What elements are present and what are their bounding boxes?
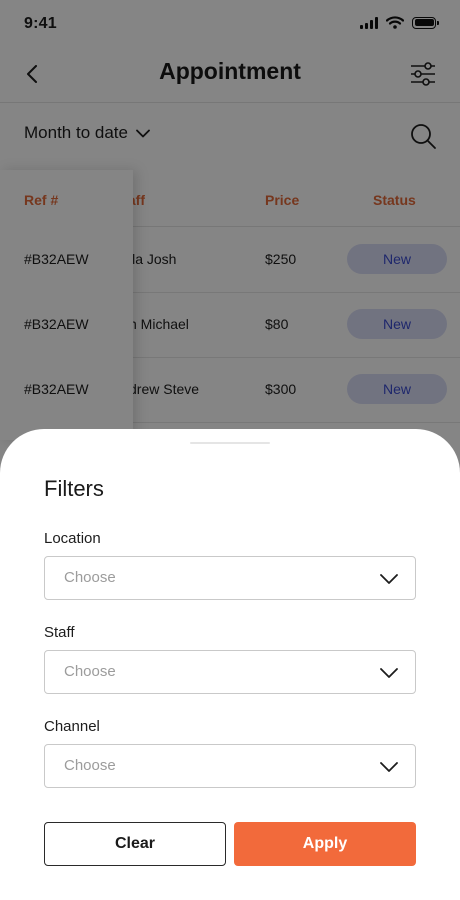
channel-label: Channel xyxy=(44,718,100,735)
sheet-title: Filters xyxy=(44,476,104,501)
staff-placeholder: Choose xyxy=(64,663,116,680)
chevron-down-icon xyxy=(380,762,398,772)
clear-button[interactable]: Clear xyxy=(44,822,226,866)
chevron-down-icon xyxy=(380,574,398,584)
location-placeholder: Choose xyxy=(64,569,116,586)
chevron-down-icon xyxy=(380,668,398,678)
channel-dropdown[interactable]: Choose xyxy=(44,744,416,788)
staff-label: Staff xyxy=(44,624,75,641)
sheet-grabber[interactable] xyxy=(190,442,270,444)
location-label: Location xyxy=(44,530,101,547)
channel-placeholder: Choose xyxy=(64,757,116,774)
appointment-screen: 9:41 Appointment Month to date aff Price… xyxy=(0,0,460,900)
location-dropdown[interactable]: Choose xyxy=(44,556,416,600)
staff-dropdown[interactable]: Choose xyxy=(44,650,416,694)
filters-sheet: Filters Location Choose Staff Choose Cha… xyxy=(0,429,460,900)
apply-button[interactable]: Apply xyxy=(234,822,416,866)
